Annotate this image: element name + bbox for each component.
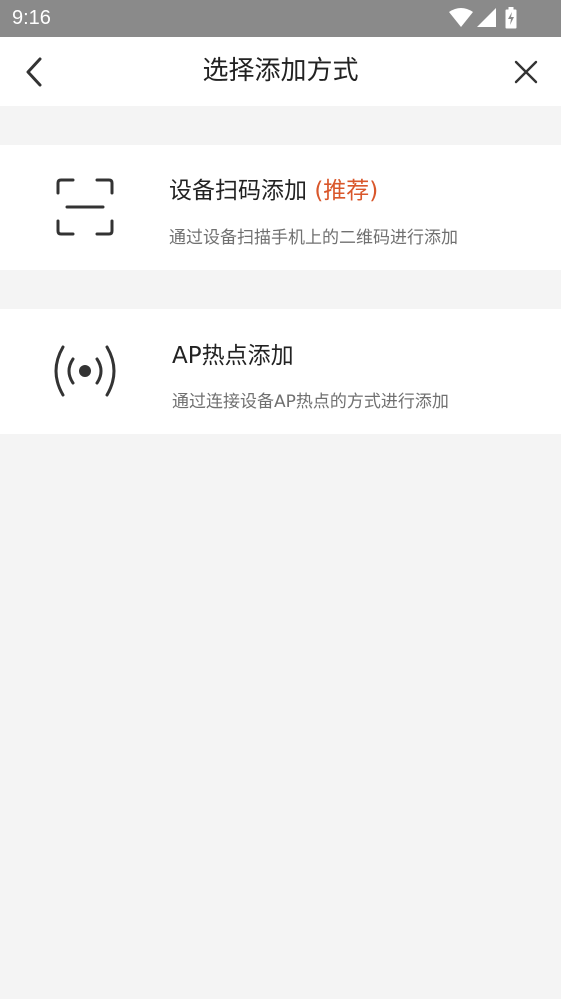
page-title: 选择添加方式 <box>202 56 359 86</box>
option-qr-scan-add[interactable]: 设备扫码添加 (推荐) 通过设备扫描手机上的二维码进行添加 <box>0 145 561 270</box>
option-title-text: 设备扫码添加 <box>169 178 307 204</box>
option-icon-wrapper <box>45 331 125 411</box>
wifi-icon <box>449 8 473 27</box>
option-title: 设备扫码添加 (推荐) <box>169 171 378 205</box>
recommended-badge: (推荐) <box>314 178 379 204</box>
header-bar: 选择添加方式 <box>0 37 561 106</box>
signal-icon <box>477 8 496 27</box>
close-button[interactable] <box>505 51 547 93</box>
scan-qr-icon <box>56 178 114 236</box>
status-bar: 9:16 <box>0 0 561 37</box>
option-title: AP热点添加 <box>172 343 294 369</box>
option-description: 通过连接设备AP热点的方式进行添加 <box>172 392 449 412</box>
option-ap-hotspot-add[interactable]: AP热点添加 通过连接设备AP热点的方式进行添加 <box>0 309 561 434</box>
option-description: 通过设备扫描手机上的二维码进行添加 <box>169 228 458 248</box>
option-icon-wrapper <box>45 167 125 247</box>
close-icon <box>514 60 538 84</box>
battery-charging-icon <box>505 7 517 29</box>
ap-hotspot-icon <box>54 345 116 397</box>
status-time: 9:16 <box>12 7 51 29</box>
